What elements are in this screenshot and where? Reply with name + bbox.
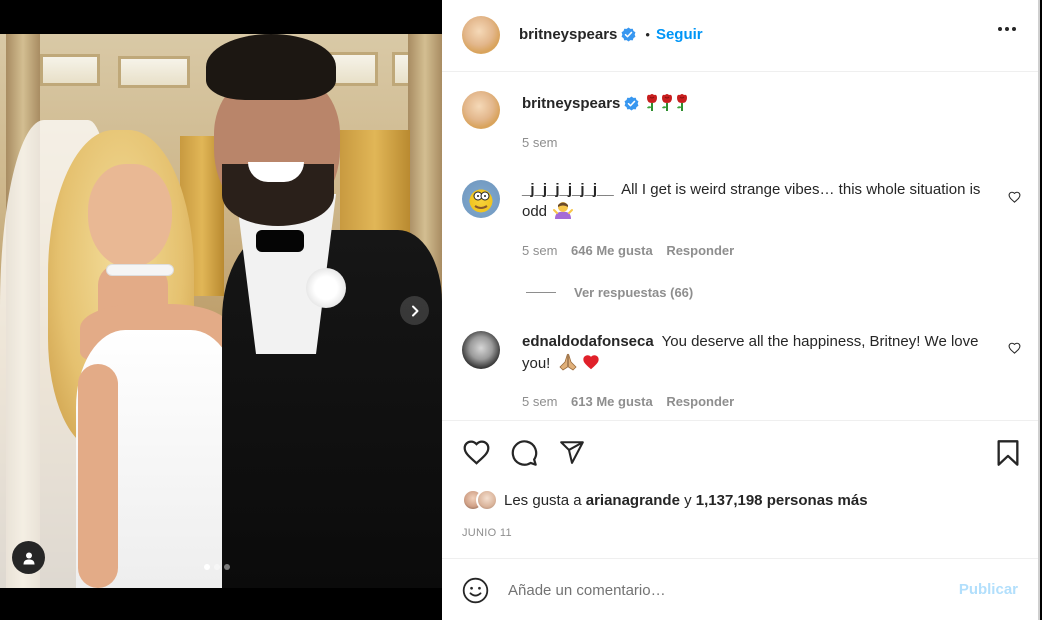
rose-icon [662,94,673,111]
emoji-smiley-icon[interactable] [462,577,489,604]
author-avatar[interactable] [462,16,500,54]
comment-reply-button[interactable]: Responder [666,394,734,409]
like-heart-icon[interactable] [462,439,491,465]
view-replies-button[interactable]: Ver respuestas (66) [526,285,693,300]
chevron-right-icon [411,305,418,316]
publish-button[interactable]: Publicar [959,581,1018,598]
rose-icon [677,94,688,111]
more-options-button[interactable] [998,27,1016,31]
bride-face [88,164,172,268]
groom-hair [206,34,336,100]
likes-count-link[interactable]: 1,137,198 personas más [696,492,868,509]
tagged-users-button[interactable] [12,541,45,574]
comment-username[interactable]: _j_j_j_j_j_j__ [522,181,614,198]
carousel-dot [204,564,210,570]
likes-summary: Les gusta a arianagrande y 1,137,198 per… [462,489,868,511]
user-tag-icon [23,552,34,564]
comment-avatar[interactable] [462,180,500,218]
bride-arm [78,364,118,588]
save-bookmark-icon[interactable] [996,439,1020,467]
likes-middle: y [679,491,696,509]
more-dot [1005,27,1009,31]
groom-bowtie [256,230,304,252]
author-info: britneyspears • Seguir [519,26,703,43]
background-window [40,54,100,86]
comment-body: _j_j_j_j_j_j__ All I get is weird strang… [522,179,992,223]
verified-badge-icon [624,95,639,111]
comment-input[interactable] [508,579,928,601]
view-replies-label: Ver respuestas (66) [574,285,694,300]
like-comment-heart-icon[interactable] [1008,342,1021,354]
comment-meta: 5 sem 613 Me gusta Responder [522,394,734,409]
comment-likes[interactable]: 646 Me gusta [571,243,653,258]
post-panel: britneyspears • Seguir britneyspears 5 s… [442,0,1040,620]
rose-icon [647,94,658,111]
share-send-icon[interactable] [558,439,586,465]
like-comment-heart-icon[interactable] [1008,191,1021,203]
bride-choker [106,264,174,276]
comment-bubble-icon[interactable] [510,439,538,467]
post-date[interactable]: JUNIO 11 [462,527,512,539]
caption-roses [645,94,689,112]
caption-time[interactable]: 5 sem [522,135,557,150]
comments-list: britneyspears 5 sem _j_j_j_j_j_j__ All I… [442,72,1038,420]
comment-avatar[interactable] [462,331,500,369]
carousel-dot [224,564,230,570]
replies-divider [526,292,556,293]
post-actions: Les gusta a arianagrande y 1,137,198 per… [442,420,1038,558]
woman-shrugging-emoji-icon [553,202,574,219]
comment-username[interactable]: ednaldodafonseca [522,333,654,350]
more-dot [1012,27,1016,31]
more-dot [998,27,1002,31]
comment-time[interactable]: 5 sem [522,243,557,258]
comment-meta: 5 sem 646 Me gusta Responder [522,243,734,258]
post-photo[interactable] [0,34,442,588]
comment-time[interactable]: 5 sem [522,394,557,409]
liker-avatar[interactable] [476,489,498,511]
comment-likes[interactable]: 613 Me gusta [571,394,653,409]
background-window [118,56,190,88]
caption-avatar[interactable] [462,91,500,129]
folded-hands-emoji-icon [558,353,577,371]
carousel-dot [214,564,220,570]
likes-user-link[interactable]: arianagrande [586,492,680,509]
verified-badge-icon [621,27,636,42]
post-header: britneyspears • Seguir [442,0,1038,72]
boutonniere [306,268,346,308]
follow-button[interactable]: Seguir [656,26,703,43]
post-media [0,0,442,620]
author-username[interactable]: britneyspears [519,26,617,43]
cartoon-avatar-icon [473,191,490,209]
comment-reply-button[interactable]: Responder [666,243,734,258]
comment-body: ednaldodafonseca You deserve all the hap… [522,331,992,375]
red-heart-emoji-icon [583,355,599,370]
header-separator: • [645,27,650,42]
comment-composer: Publicar [442,558,1038,620]
likes-prefix: Les gusta a [504,491,586,509]
caption-username[interactable]: britneyspears [522,95,620,112]
next-slide-button[interactable] [400,296,429,325]
background-curtain [340,130,410,240]
likes-text: Les gusta a arianagrande y 1,137,198 per… [504,492,868,509]
carousel-indicator [204,564,230,570]
caption: britneyspears [522,94,689,112]
